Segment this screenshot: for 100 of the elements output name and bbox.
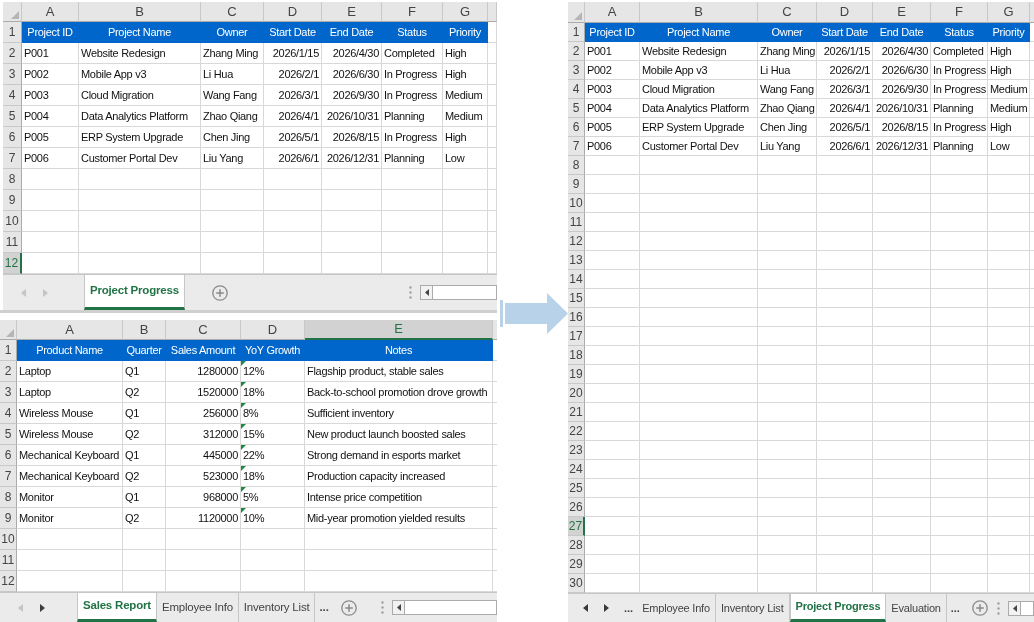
row-header[interactable]: 17 [568,327,585,346]
column-header[interactable]: A [22,2,79,22]
row-header[interactable]: 4 [0,403,17,424]
row-header[interactable]: 11 [568,213,585,232]
horizontal-scrollbar[interactable] [392,600,497,615]
row-header[interactable]: 22 [568,422,585,441]
row-header[interactable]: 1 [0,340,17,361]
row-header[interactable]: 9 [3,190,22,211]
row-header[interactable]: 10 [568,194,585,213]
row-header[interactable]: 4 [3,85,22,106]
row-header[interactable]: 2 [0,361,17,382]
column-header[interactable]: C [166,320,241,340]
right-arrow-icon[interactable] [40,603,45,612]
horizontal-scrollbar[interactable] [1008,600,1034,616]
row-header[interactable]: 18 [568,346,585,365]
column-header[interactable]: C [201,2,264,22]
column-header[interactable]: F [931,2,988,23]
column-header[interactable]: D [817,2,873,23]
left-arrow-icon[interactable] [396,604,401,611]
row-header[interactable]: 8 [3,169,22,190]
row-header[interactable]: 7 [0,466,17,487]
column-header[interactable]: F [382,2,443,22]
row-header[interactable]: 2 [568,42,585,61]
column-header[interactable] [493,320,497,340]
sheet-tab[interactable]: Sales Report [77,593,157,622]
select-all-icon[interactable] [6,329,14,337]
vertical-dots-icon[interactable] [409,286,412,299]
row-header[interactable]: 3 [0,382,17,403]
row-header[interactable]: 12 [0,571,17,592]
row-header[interactable]: 10 [3,211,22,232]
scroll-left-button[interactable] [421,286,433,299]
row-header[interactable]: 29 [568,555,585,574]
row-header[interactable]: 19 [568,365,585,384]
scroll-left-button[interactable] [393,601,405,614]
row-header[interactable]: 3 [568,61,585,80]
vertical-dots-icon[interactable] [381,601,384,614]
row-header[interactable]: 20 [568,384,585,403]
row-header[interactable]: 3 [3,64,22,85]
row-header[interactable]: 6 [568,118,585,137]
column-header[interactable]: D [241,320,305,340]
column-header[interactable]: D [264,2,322,22]
row-header[interactable]: 12 [568,232,585,251]
row-header[interactable]: 6 [0,445,17,466]
row-header[interactable]: 30 [568,574,585,593]
more-sheets-button[interactable]: ... [315,593,333,622]
column-header[interactable]: A [17,320,123,340]
row-header[interactable]: 16 [568,308,585,327]
row-header[interactable]: 6 [3,127,22,148]
sheet-tab[interactable]: Project Progress [789,594,887,622]
column-header[interactable]: B [123,320,166,340]
column-header[interactable]: B [640,2,758,23]
column-header[interactable] [488,2,497,22]
column-header[interactable]: B [79,2,201,22]
sheet-tab[interactable]: Evaluation [886,594,947,622]
row-header[interactable]: 1 [3,22,22,43]
column-header[interactable]: G [988,2,1030,23]
row-header[interactable]: 26 [568,498,585,517]
sheet-tab[interactable]: Project Progress [84,275,185,310]
row-header[interactable]: 27 [568,517,585,536]
left-arrow-icon[interactable] [424,289,429,296]
row-header[interactable]: 1 [568,23,585,42]
row-header[interactable]: 12 [3,253,22,274]
add-icon[interactable] [211,284,228,301]
column-header[interactable]: E [305,320,493,340]
scroll-left-button[interactable] [1009,601,1021,615]
column-header[interactable]: A [585,2,640,23]
row-header[interactable]: 24 [568,460,585,479]
row-header[interactable]: 9 [568,175,585,194]
more-sheets-button[interactable]: ... [620,594,638,622]
left-arrow-icon[interactable] [583,604,588,612]
row-header[interactable]: 5 [568,99,585,118]
vertical-dots-icon[interactable] [997,601,1000,615]
row-header[interactable]: 7 [568,137,585,156]
row-header[interactable]: 25 [568,479,585,498]
row-header[interactable]: 11 [0,550,17,571]
sheet-tab[interactable]: Employee Info [156,593,239,622]
add-icon[interactable] [341,599,357,616]
column-header[interactable]: E [873,2,931,23]
row-header[interactable]: 9 [0,508,17,529]
row-header[interactable]: 15 [568,289,585,308]
row-header[interactable]: 10 [0,529,17,550]
column-header[interactable]: G [443,2,488,22]
horizontal-scrollbar[interactable] [420,285,497,300]
row-header[interactable]: 23 [568,441,585,460]
select-all-icon[interactable] [574,12,582,20]
row-header[interactable]: 8 [0,487,17,508]
more-sheets-button[interactable]: ... [946,594,964,622]
column-header[interactable]: C [758,2,817,23]
row-header[interactable]: 2 [3,43,22,64]
select-all-icon[interactable] [11,11,19,19]
left-arrow-icon[interactable] [1012,604,1017,612]
row-header[interactable]: 11 [3,232,22,253]
sheet-tab[interactable]: Inventory List [238,593,316,622]
row-header[interactable]: 4 [568,80,585,99]
row-header[interactable]: 5 [0,424,17,445]
row-header[interactable]: 7 [3,148,22,169]
row-header[interactable]: 28 [568,536,585,555]
sheet-tab[interactable]: Employee Info [637,594,716,622]
row-header[interactable]: 5 [3,106,22,127]
row-header[interactable]: 13 [568,251,585,270]
